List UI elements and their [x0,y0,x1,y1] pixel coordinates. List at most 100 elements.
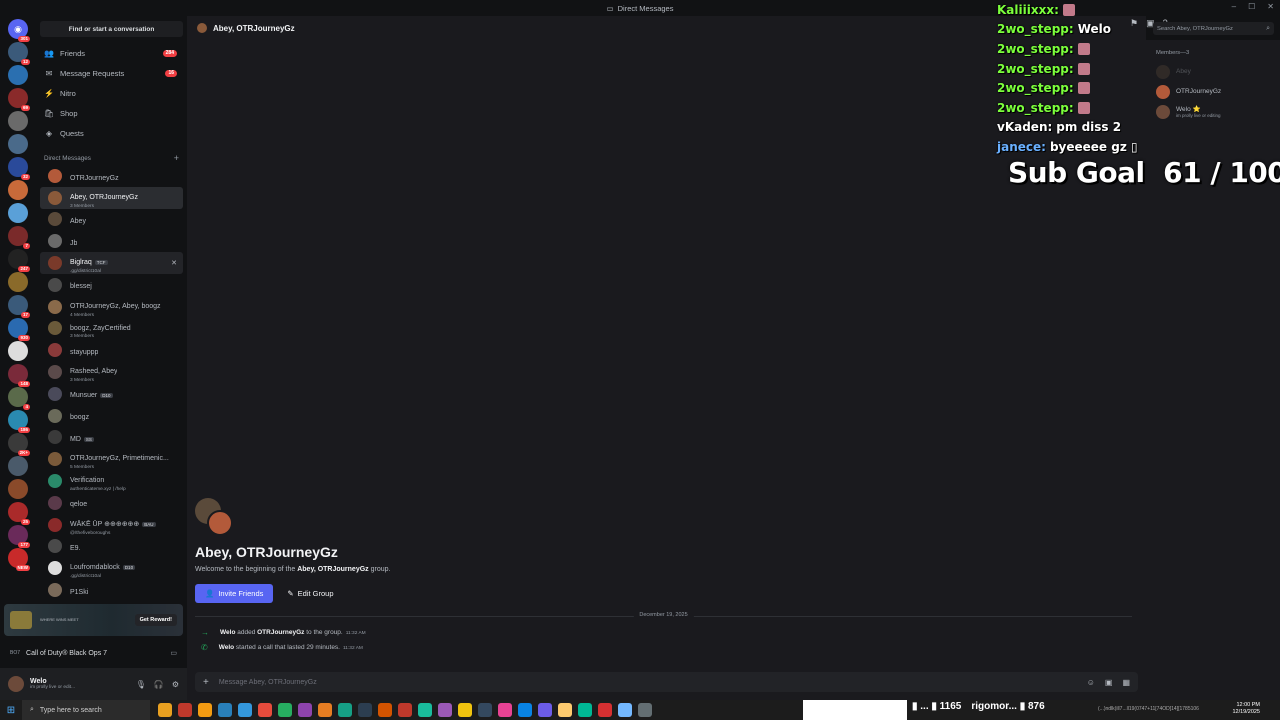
dm-item[interactable]: OTRJourneyGz [40,165,183,187]
promo-banner[interactable]: WHERE WINS MEET Get Reward! [4,604,183,636]
taskbar-app-icon[interactable] [638,703,652,717]
dm-item[interactable]: stayuppp [40,339,183,361]
home-button[interactable]: ◉ 301 [8,19,30,42]
server-icon[interactable]: 148 [8,364,30,387]
taskbar-app-icon[interactable] [338,703,352,717]
taskbar-search[interactable]: ⌕ Type here to search [22,700,150,720]
taskbar-app-icon[interactable] [398,703,412,717]
taskbar-app-icon[interactable] [618,703,632,717]
dm-item[interactable]: Loufromdablock D10 .gg/district10al [40,557,183,579]
taskbar-app-icon[interactable] [198,703,212,717]
dm-item[interactable]: Abey [40,209,183,231]
taskbar-app-icon[interactable] [258,703,272,717]
server-icon[interactable]: 4 [8,387,30,410]
server-icon[interactable]: 12 [8,42,30,65]
server-icon[interactable]: 2K+ [8,433,30,456]
taskbar-app-icon[interactable] [178,703,192,717]
taskbar-app-icon[interactable] [418,703,432,717]
activity-chat-icon[interactable]: ▭ [170,649,177,657]
server-icon[interactable]: 186 [8,410,30,433]
taskbar-app-icon[interactable] [358,703,372,717]
server-icon[interactable]: 17 [8,295,30,318]
dm-item[interactable]: OTRJourneyGz, Primetimenic... 5 Members [40,448,183,470]
dm-item[interactable]: Abey, OTRJourneyGz 3 Members [40,186,183,209]
server-icon[interactable]: 32 [8,157,30,180]
taskbar-clock[interactable]: 12:00 PM 12/19/2025 [1232,702,1260,716]
mic-icon[interactable]: 🎙 [136,680,146,689]
dm-item[interactable]: OTRJourneyGz, Abey, boogz 4 Members [40,296,183,318]
taskbar-app-icon[interactable] [318,703,332,717]
server-icon[interactable]: 177 [8,525,30,548]
settings-gear-icon[interactable]: ⚙ [172,680,179,689]
server-icon[interactable] [8,203,28,223]
server-icon[interactable]: 930 [8,318,30,341]
user-info[interactable]: Welo im prolly live or edit... [30,678,75,691]
nav-item-friends[interactable]: 👥 Friends 284 [36,43,187,63]
taskbar-app-icon[interactable] [598,703,612,717]
nav-item-message-requests[interactable]: ✉ Message Requests 16 [36,63,187,83]
nav-item-shop[interactable]: 🛍 Shop [36,103,187,123]
dm-item[interactable]: Rasheed, Abey 3 Members [40,361,183,383]
taskbar-app-icon[interactable] [538,703,552,717]
invite-friends-button[interactable]: 👤 Invite Friends [195,584,274,603]
server-icon[interactable] [8,65,28,85]
server-icon[interactable] [8,272,28,292]
avatar[interactable] [8,676,24,692]
nav-item-quests[interactable]: ◈ Quests [36,123,187,143]
taskbar-app-icon[interactable] [498,703,512,717]
dm-item[interactable]: WĀKĒ ŪP ⊕⊕⊕⊕⊕⊕ BAU @/thefiveboroughs [40,514,183,536]
taskbar-app-icon[interactable] [158,703,172,717]
taskbar-app-icon[interactable] [518,703,532,717]
dm-item[interactable]: MD SS [40,427,183,449]
taskbar-app-icon[interactable] [478,703,492,717]
composer-placeholder[interactable]: Message Abey, OTRJourneyGz [219,679,317,686]
taskbar-app-icon[interactable] [238,703,252,717]
taskbar-app-icon[interactable] [578,703,592,717]
server-icon[interactable]: NEW [8,548,30,571]
dm-item[interactable]: qeloe [40,492,183,514]
server-icon[interactable]: 7 [8,226,30,249]
taskbar-app-icon[interactable] [218,703,232,717]
dm-item[interactable]: Munsuer D10 [40,383,183,405]
emoji-icon[interactable]: ☺ [1087,678,1095,687]
create-dm-plus-icon[interactable]: + [174,153,179,163]
dm-item[interactable]: Biglraq TCF .gg/district10al ✕ [40,252,183,274]
server-icon[interactable] [8,111,28,131]
headphones-icon[interactable]: 🎧 [154,680,164,689]
taskbar-app-icon[interactable] [298,703,312,717]
taskbar-app-icon[interactable] [438,703,452,717]
dm-item[interactable]: Jb [40,230,183,252]
server-icon[interactable] [8,134,28,154]
server-icon[interactable] [8,456,28,476]
server-icon[interactable]: 69 [8,88,30,111]
apps-icon[interactable]: ▦ [1122,678,1130,687]
server-icon[interactable]: 247 [8,249,30,272]
server-icon[interactable] [8,180,28,200]
taskbar-app-icon[interactable] [558,703,572,717]
server-icon[interactable] [8,341,28,361]
activity-panel[interactable]: BO7 Call of Duty® Black Ops 7 ▭ [4,642,183,664]
nav-item-nitro[interactable]: ⚡ Nitro [36,83,187,103]
dm-item[interactable]: boogz, ZayCertified 3 Members [40,318,183,340]
group-avatar [197,23,207,33]
edit-group-button[interactable]: ✎ Edit Group [279,584,341,603]
find-conversation-button[interactable]: Find or start a conversation [40,21,183,37]
chat-header-title[interactable]: Abey, OTRJourneyGz [213,24,295,33]
message-composer[interactable]: + Message Abey, OTRJourneyGz ☺ ▣ ▦ [195,672,1138,692]
taskbar-app-icon[interactable] [378,703,392,717]
start-button[interactable]: ⊞ [0,700,22,720]
taskbar-app-icon[interactable] [278,703,292,717]
dm-item[interactable]: blessej [40,274,183,296]
get-reward-button[interactable]: Get Reward! [134,614,177,626]
close-dm-icon[interactable]: ✕ [171,259,177,267]
taskbar-app-icon[interactable] [458,703,472,717]
dm-item[interactable]: boogz [40,405,183,427]
dm-item[interactable]: P1Ski [40,579,183,601]
server-icon[interactable] [8,479,28,499]
group-avatar-large [195,498,233,536]
dm-item[interactable]: E9. [40,536,183,558]
server-icon[interactable]: 25 [8,502,30,525]
dm-item[interactable]: Verification authenticateme.xyz | /help [40,470,183,492]
gif-icon[interactable]: ▣ [1105,678,1113,687]
attach-plus-icon[interactable]: + [203,677,209,688]
